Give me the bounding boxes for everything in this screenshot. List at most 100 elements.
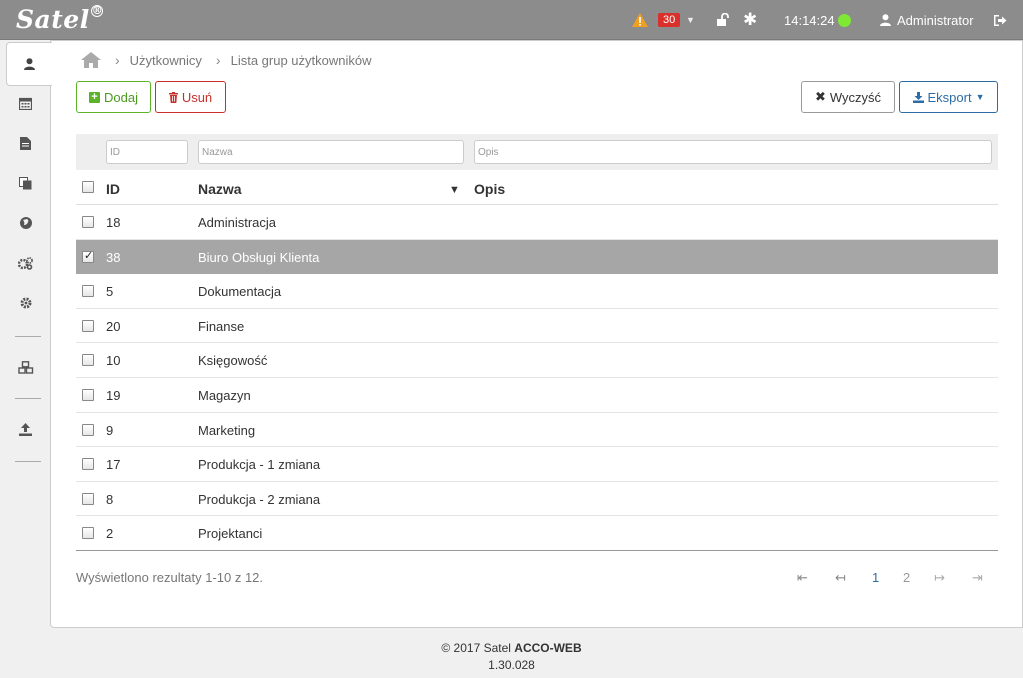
page-1-button[interactable]: 1 [872,570,879,585]
name-filter-input[interactable] [198,140,464,164]
sidebar-item-configuration[interactable] [0,243,51,283]
column-header-description[interactable]: Opis [474,181,505,197]
row-checkbox[interactable] [82,492,94,505]
table-row[interactable]: 5 Dokumentacja [76,274,998,309]
cell-id: 17 [106,457,121,473]
chevron-down-icon[interactable]: ▼ [686,0,695,40]
column-header-name[interactable]: Nazwa [198,181,242,197]
cell-id: 5 [106,284,114,300]
unlock-icon[interactable] [717,0,731,40]
cell-name: Finanse [198,318,245,334]
plus-square-icon: + [89,91,101,103]
alarm-count-badge[interactable]: 30 [658,0,681,40]
sidebar-divider [15,461,41,462]
footer: © 2017 Satel ACCO-WEB 1.30.028 [0,640,1023,674]
top-bar: Satel ® 30 ▼ ✱ 14:14:24 Administrator [0,0,1023,40]
cell-id: 2 [106,526,114,542]
table-row[interactable]: 38 Biuro Obsługi Klienta [76,239,998,275]
cubes-icon [17,360,33,374]
clear-button[interactable]: ✖ Wyczyść [801,81,895,113]
sort-desc-icon[interactable]: ▼ [449,184,460,196]
next-page-button[interactable]: ↦ [934,570,945,586]
clock: 14:14:24 [784,12,835,28]
row-checkbox[interactable] [82,216,94,228]
cell-name: Biuro Obsługi Klienta [198,249,320,265]
cell-name: Marketing [198,422,256,438]
cell-id: 20 [106,318,121,334]
table-body: 18 Administracja 38 Biuro Obsługi Klienta 5 D… [76,205,998,551]
table-row[interactable]: 17 Produkcja - 1 zmiana [76,447,998,482]
home-icon[interactable] [81,52,101,68]
breadcrumb: › Użytkownicy › Lista grup użytkowników [81,52,386,68]
user-icon [24,58,35,70]
cell-name: Magazyn [198,387,251,403]
chevron-right-icon: › [215,52,221,68]
row-checkbox[interactable] [82,285,94,298]
export-button[interactable]: Eksport ▼ [899,81,998,113]
chevron-right-icon: › [115,52,120,68]
footer-product: ACCO-WEB [514,641,582,655]
sidebar-item-schedules[interactable] [0,83,51,123]
row-checkbox[interactable] [82,319,94,332]
sidebar [0,40,52,640]
delete-button[interactable]: Usuń [155,81,226,113]
cell-id: 18 [106,215,121,230]
user-menu[interactable]: Administrator [880,0,974,40]
sidebar-divider [15,336,41,337]
last-page-button[interactable]: ⇥ [972,570,983,586]
asterisk-icon[interactable]: ✱ [743,0,757,40]
gear-icon [20,297,31,309]
row-checkbox[interactable] [82,458,94,471]
cogs-icon [18,256,33,270]
row-checkbox[interactable] [82,527,94,540]
table-row[interactable]: 9 Marketing [76,413,998,448]
cell-name: Produkcja - 1 zmiana [198,457,321,473]
globe-icon [19,217,32,229]
logout-icon[interactable] [993,0,1007,40]
column-header-id[interactable]: ID [106,181,120,197]
main-panel: › Użytkownicy › Lista grup użytkowników … [50,40,1023,628]
id-filter-input[interactable] [106,140,188,164]
sidebar-item-modules[interactable] [0,347,51,387]
sidebar-item-settings[interactable] [0,283,51,323]
document-icon [20,136,31,150]
copy-icon [19,176,32,189]
trash-icon [168,91,178,103]
sidebar-item-users[interactable] [6,42,52,86]
caret-down-icon: ▼ [975,92,985,102]
sidebar-item-upload[interactable] [0,409,51,449]
breadcrumb-users[interactable]: Użytkownicy [130,53,202,68]
satel-logo: Satel ® [16,4,104,34]
download-icon [912,91,924,103]
table-header: ID Nazwa ▼ Opis [76,170,998,205]
first-page-button[interactable]: ⇤ [797,570,808,586]
footer-version: 1.30.028 [488,658,535,672]
page-2-button[interactable]: 2 [903,570,910,585]
cell-id: 8 [106,491,114,507]
row-checkbox[interactable] [82,249,94,263]
table-row[interactable]: 19 Magazyn [76,378,998,413]
cell-id: 9 [106,422,114,438]
table-row[interactable]: 8 Produkcja - 2 zmiana [76,482,998,517]
sidebar-item-globe[interactable] [0,203,51,243]
cell-id: 10 [106,353,121,369]
row-checkbox[interactable] [82,354,94,367]
description-filter-input[interactable] [474,140,992,164]
select-all-checkbox[interactable] [82,181,94,193]
previous-page-button[interactable]: ↤ [835,570,846,586]
sidebar-divider [15,398,41,399]
calendar-icon [19,97,32,110]
cell-id: 38 [106,249,121,265]
results-summary: Wyświetlono rezultaty 1-10 z 12. [76,570,264,585]
table-row[interactable]: 10 Księgowość [76,343,998,378]
table-row[interactable]: 2 Projektanci [76,516,998,551]
add-button[interactable]: + Dodaj [76,81,151,113]
row-checkbox[interactable] [82,388,94,401]
table-row[interactable]: 20 Finanse [76,309,998,344]
sidebar-item-documents[interactable] [0,123,51,163]
cell-name: Księgowość [198,353,268,369]
row-checkbox[interactable] [82,423,94,436]
warning-icon[interactable] [632,0,648,40]
sidebar-item-copies[interactable] [0,163,51,203]
table-row[interactable]: 18 Administracja [76,205,998,240]
